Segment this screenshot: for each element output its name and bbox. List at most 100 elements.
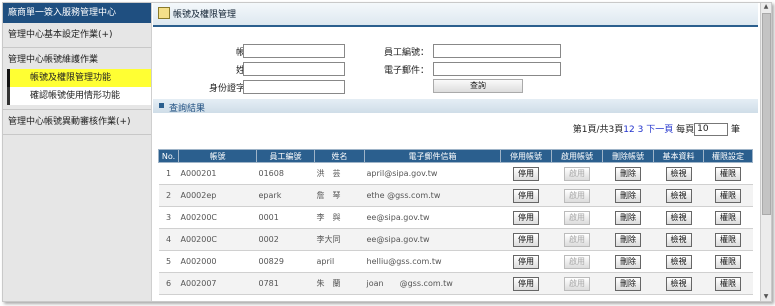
- employee-id-label: 員工編號：: [383, 48, 429, 58]
- query-button[interactable]: 查詢: [433, 79, 523, 93]
- row-action-cell: 檢視: [653, 250, 704, 273]
- edit-icon: [158, 7, 170, 19]
- sidebar-subitem-account-usage[interactable]: 確認帳號使用情形功能: [7, 87, 151, 105]
- disable-button[interactable]: 停用: [513, 210, 539, 225]
- per-page-unit: 筆: [730, 125, 740, 135]
- disable-button[interactable]: 停用: [513, 166, 539, 181]
- row-action-cell: 檢視: [653, 206, 704, 229]
- row-name: 朱 蘭: [314, 272, 365, 295]
- scroll-thumb[interactable]: [762, 13, 771, 215]
- row-action-cell: 停用: [500, 162, 552, 185]
- row-action-cell: 停用: [500, 228, 552, 251]
- row-employee-id: 0002: [256, 228, 315, 251]
- row-action-cell: 停用: [500, 184, 552, 207]
- row-no: 2: [158, 184, 179, 207]
- row-account: A002007: [178, 272, 257, 295]
- page-info: 第1頁/共3頁: [572, 125, 624, 135]
- delete-button[interactable]: 刪除: [615, 276, 641, 291]
- accounts-table: No. 帳號 員工編號 姓名 電子郵件信箱 停用帳號 啟用帳號 刪除帳號 基本資…: [158, 149, 753, 295]
- sidebar-item-basic-settings[interactable]: 管理中心基本設定作業(+): [3, 23, 151, 48]
- id-number-input[interactable]: [243, 80, 345, 94]
- row-no: 4: [158, 228, 179, 251]
- delete-button[interactable]: 刪除: [615, 210, 641, 225]
- view-button[interactable]: 檢視: [665, 188, 692, 203]
- table-header-row: No. 帳號 員工編號 姓名 電子郵件信箱 停用帳號 啟用帳號 刪除帳號 基本資…: [158, 149, 753, 163]
- col-no: No.: [158, 149, 179, 163]
- permission-button[interactable]: 權限: [715, 188, 741, 203]
- delete-button[interactable]: 刪除: [615, 232, 641, 247]
- view-button[interactable]: 檢視: [665, 232, 692, 247]
- row-action-cell: 權限: [703, 184, 753, 207]
- table-row: 4 A00200C 0002 李大同 ee@sipa.gov.tw 停用 啟用 刪除 檢視 權限: [158, 228, 753, 251]
- disable-button[interactable]: 停用: [513, 254, 539, 269]
- row-action-cell: 刪除: [602, 184, 654, 207]
- delete-button[interactable]: 刪除: [615, 254, 641, 269]
- row-name: 詹 琴: [314, 184, 365, 207]
- scroll-up-arrow-icon[interactable]: ▲: [761, 3, 771, 11]
- row-account: A002000: [178, 250, 257, 273]
- page-link-2[interactable]: 2: [629, 125, 635, 135]
- col-employee-id: 員工編號: [256, 149, 315, 163]
- permission-button[interactable]: 權限: [715, 210, 741, 225]
- row-email: april@sipa.gov.tw: [364, 162, 501, 185]
- email-label: 電子郵件：: [383, 66, 429, 76]
- table-row: 5 A002000 00829 april helliu@gss.com.tw 停用 啟用 刪…: [158, 250, 753, 273]
- row-action-cell: 權限: [703, 250, 753, 273]
- sidebar: 廠商單一簽入服務管理中心 管理中心基本設定作業(+) 管理中心帳號維護作業 帳號…: [3, 3, 152, 301]
- permission-button[interactable]: 權限: [715, 166, 741, 181]
- results-header: 查詢結果: [153, 99, 758, 114]
- view-button[interactable]: 檢視: [665, 254, 692, 269]
- scroll-down-arrow-icon[interactable]: ▼: [761, 293, 771, 301]
- table-body: 1 A000201 01608 洪 芸 april@sipa.gov.tw 停用 啟用 刪除檢…: [158, 162, 753, 295]
- col-email: 電子郵件信箱: [364, 149, 501, 163]
- main-content: 帳號及權限管理 帳號： 姓名： 身份證字號： 員工編號： 電子郵件： 查詢 查詢…: [153, 3, 758, 301]
- row-name: 李大同: [314, 228, 365, 251]
- page-link-3[interactable]: 3: [638, 125, 644, 135]
- enable-button: 啟用: [564, 232, 590, 247]
- row-action-cell: 刪除: [602, 228, 654, 251]
- row-action-cell: 停用: [500, 206, 552, 229]
- disable-button[interactable]: 停用: [513, 276, 539, 291]
- row-no: 5: [158, 250, 179, 273]
- row-email: ee@sipa.gov.tw: [364, 228, 501, 251]
- row-name: 李 與: [314, 206, 365, 229]
- permission-button[interactable]: 權限: [715, 276, 741, 291]
- row-action-cell: 檢視: [653, 184, 704, 207]
- sidebar-item-account-audit[interactable]: 管理中心帳號異動審核作業(+): [3, 109, 151, 135]
- col-basic-info: 基本資料: [653, 149, 704, 163]
- permission-button[interactable]: 權限: [715, 254, 741, 269]
- row-action-cell: 刪除: [602, 272, 654, 295]
- view-button[interactable]: 檢視: [665, 210, 692, 225]
- table-row: 2 A0002ep epark 詹 琴 ethe @gss.com.tw 停用 啟用 刪除 檢視…: [158, 184, 753, 207]
- delete-button[interactable]: 刪除: [615, 166, 641, 181]
- name-input[interactable]: [243, 62, 345, 76]
- col-name: 姓名: [314, 149, 365, 163]
- sidebar-item-account-maintenance[interactable]: 管理中心帳號維護作業: [3, 48, 151, 69]
- next-page-link[interactable]: 下一頁: [646, 125, 673, 135]
- view-button[interactable]: 檢視: [665, 166, 692, 181]
- permission-button[interactable]: 權限: [715, 232, 741, 247]
- delete-button[interactable]: 刪除: [615, 188, 641, 203]
- disable-button[interactable]: 停用: [513, 232, 539, 247]
- row-no: 3: [158, 206, 179, 229]
- disable-button[interactable]: 停用: [513, 188, 539, 203]
- col-disable: 停用帳號: [500, 149, 552, 163]
- account-input[interactable]: [243, 44, 345, 58]
- results-title: 查詢結果: [169, 104, 206, 114]
- row-account: A0002ep: [178, 184, 257, 207]
- employee-id-input[interactable]: [433, 44, 561, 58]
- per-page-input[interactable]: 10: [694, 123, 729, 136]
- page-header: 帳號及權限管理: [153, 3, 758, 27]
- row-action-cell: 權限: [703, 228, 753, 251]
- vertical-scrollbar[interactable]: ▲ ▼: [760, 3, 771, 301]
- table-row: 6 A002007 0781 朱 蘭 joan @gss.com.tw 停用 啟用 刪除 檢視 權…: [158, 272, 753, 295]
- row-employee-id: 00829: [256, 250, 315, 273]
- table-row: 3 A00200C 0001 李 與 ee@sipa.gov.tw 停用 啟用 刪除 檢視 權限: [158, 206, 753, 229]
- sidebar-subitem-account-permission[interactable]: 帳號及權限管理功能: [7, 69, 151, 87]
- email-input[interactable]: [433, 62, 561, 76]
- col-enable: 啟用帳號: [551, 149, 603, 163]
- view-button[interactable]: 檢視: [665, 276, 692, 291]
- row-action-cell: 停用: [500, 250, 552, 273]
- row-action-cell: 刪除: [602, 250, 654, 273]
- enable-button: 啟用: [564, 254, 590, 269]
